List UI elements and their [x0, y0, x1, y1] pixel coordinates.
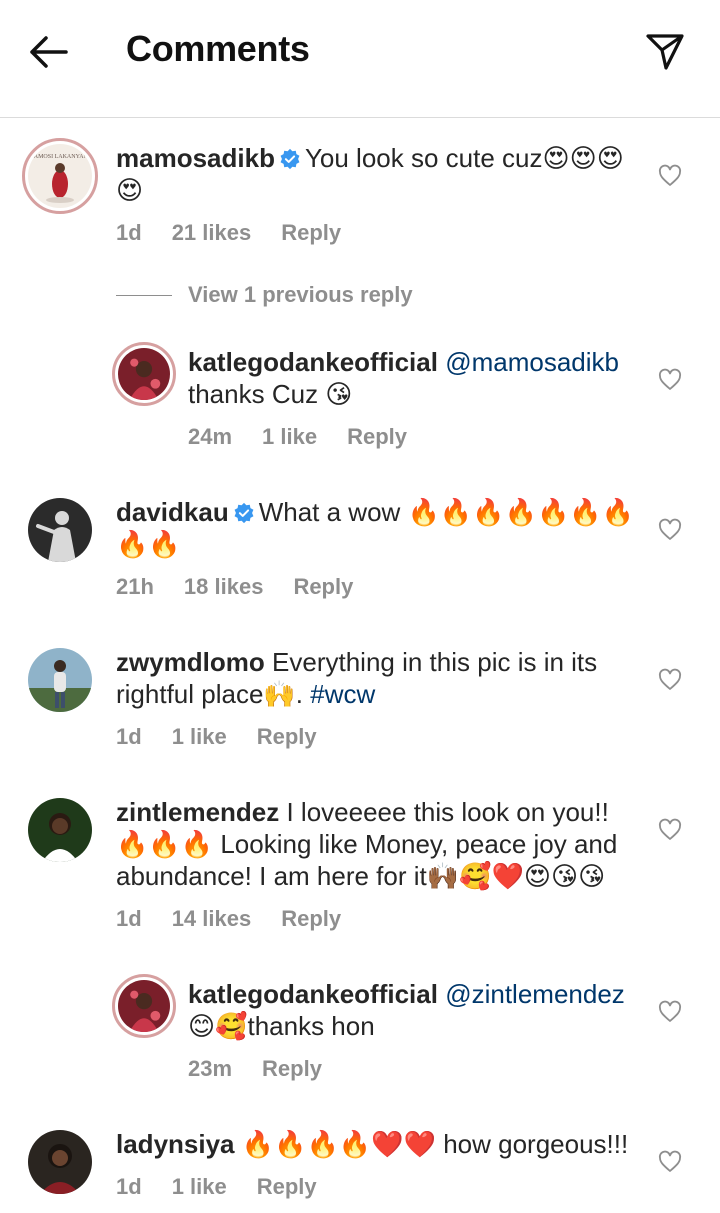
- reply-button[interactable]: Reply: [262, 1056, 322, 1081]
- comment-time: 1d: [116, 1174, 142, 1199]
- comment-meta: 1d 21 likes Reply: [116, 220, 371, 246]
- profile-photo: [28, 498, 92, 562]
- verified-badge-icon: [234, 502, 254, 524]
- avatar-ladynsiya[interactable]: [28, 1130, 92, 1194]
- like-button[interactable]: [658, 1150, 682, 1174]
- like-count[interactable]: 18 likes: [184, 574, 264, 599]
- comment-time: 23m: [188, 1056, 233, 1081]
- arrow-left-icon: [30, 36, 68, 68]
- comment-body: mamosadikb You look so cute cuz😍😍😍😍: [116, 142, 636, 206]
- reply-button[interactable]: Reply: [257, 724, 317, 749]
- comment-time: 21h: [116, 574, 154, 599]
- heart-outline-icon: [658, 164, 682, 186]
- mention-link[interactable]: @mamosadikb: [445, 347, 619, 377]
- comment-time: 1d: [116, 220, 142, 245]
- comment-body: davidkau What a wow 🔥🔥🔥🔥🔥🔥🔥🔥🔥: [116, 496, 636, 560]
- profile-photo: MAMOSI LAKANYANE: [28, 144, 92, 208]
- reply-body: katlegodankeofficial @zintlemendez 😊🥰tha…: [188, 978, 638, 1042]
- comment-time: 1d: [116, 724, 142, 749]
- reply-button[interactable]: Reply: [281, 220, 341, 245]
- comment-text: thanks Cuz 😘: [188, 379, 353, 409]
- reply-button[interactable]: Reply: [347, 424, 407, 449]
- comment-time: 1d: [116, 906, 142, 931]
- like-count[interactable]: 21 likes: [172, 220, 252, 245]
- reply-button[interactable]: Reply: [293, 574, 353, 599]
- view-replies-toggle[interactable]: View 1 previous reply: [116, 282, 413, 312]
- avatar-mamosadikb[interactable]: MAMOSI LAKANYANE: [22, 138, 98, 214]
- profile-photo: [28, 648, 92, 712]
- like-button[interactable]: [658, 164, 682, 188]
- comment-username[interactable]: davidkau: [116, 497, 229, 527]
- comment-meta: 24m 1 like Reply: [188, 424, 437, 450]
- comment-meta: 1d 1 like Reply: [116, 1174, 347, 1200]
- heart-outline-icon: [658, 668, 682, 690]
- comment-meta: 23m Reply: [188, 1056, 352, 1082]
- profile-photo: [28, 1130, 92, 1194]
- top-bar: Comments: [0, 0, 720, 118]
- comment-username[interactable]: zwymdlomo: [116, 647, 265, 677]
- comment-time: 24m: [188, 424, 233, 449]
- like-count[interactable]: 1 like: [172, 1174, 227, 1199]
- like-button[interactable]: [658, 1000, 682, 1024]
- avatar-zwymdlomo[interactable]: [28, 648, 92, 712]
- like-count[interactable]: 1 like: [172, 724, 227, 749]
- avatar-katlegodankeofficial[interactable]: [112, 342, 176, 406]
- heart-outline-icon: [658, 1000, 682, 1022]
- comment-body: ladynsiya 🔥🔥🔥🔥❤️❤️ how gorgeous!!!: [116, 1128, 636, 1160]
- comment-username[interactable]: katlegodankeofficial: [188, 979, 438, 1009]
- hashtag-link[interactable]: #wcw: [310, 679, 375, 709]
- comment-meta: 1d 14 likes Reply: [116, 906, 371, 932]
- divider-line: [116, 294, 172, 296]
- avatar-zintlemendez[interactable]: [28, 798, 92, 862]
- avatar-katlegodankeofficial[interactable]: [112, 974, 176, 1038]
- comment-meta: 1d 1 like Reply: [116, 724, 347, 750]
- reply-button[interactable]: Reply: [257, 1174, 317, 1199]
- comment-body: zintlemendez I loveeeee this look on you…: [116, 796, 636, 892]
- heart-outline-icon: [658, 518, 682, 540]
- send-button[interactable]: [642, 28, 688, 74]
- reply-body: katlegodankeofficial @mamosadikb thanks …: [188, 346, 638, 410]
- mention-link[interactable]: @zintlemendez: [445, 979, 625, 1009]
- comment-body: zwymdlomo Everything in this pic is in i…: [116, 646, 636, 710]
- comment-meta: 21h 18 likes Reply: [116, 574, 383, 600]
- comment-username[interactable]: katlegodankeofficial: [188, 347, 438, 377]
- like-count[interactable]: 14 likes: [172, 906, 252, 931]
- heart-outline-icon: [658, 368, 682, 390]
- like-button[interactable]: [658, 818, 682, 842]
- back-button[interactable]: [26, 30, 72, 74]
- svg-text:MAMOSI LAKANYANE: MAMOSI LAKANYANE: [28, 154, 92, 160]
- paper-plane-icon: [646, 34, 684, 70]
- avatar-davidkau[interactable]: [28, 498, 92, 562]
- like-count[interactable]: 1 like: [262, 424, 317, 449]
- like-button[interactable]: [658, 368, 682, 392]
- comment-username[interactable]: ladynsiya: [116, 1129, 235, 1159]
- comment-text: 🔥🔥🔥🔥❤️❤️ how gorgeous!!!: [241, 1129, 629, 1159]
- reply-button[interactable]: Reply: [281, 906, 341, 931]
- profile-photo: [118, 348, 170, 400]
- view-replies-label[interactable]: View 1 previous reply: [188, 282, 413, 307]
- profile-photo: [28, 798, 92, 862]
- comment-username[interactable]: mamosadikb: [116, 143, 275, 173]
- verified-badge-icon: [280, 148, 300, 170]
- comment-text: 😊🥰thanks hon: [188, 1011, 375, 1041]
- heart-outline-icon: [658, 1150, 682, 1172]
- page-title: Comments: [126, 28, 310, 69]
- comment-username[interactable]: zintlemendez: [116, 797, 279, 827]
- like-button[interactable]: [658, 668, 682, 692]
- heart-outline-icon: [658, 818, 682, 840]
- like-button[interactable]: [658, 518, 682, 542]
- profile-photo: [118, 980, 170, 1032]
